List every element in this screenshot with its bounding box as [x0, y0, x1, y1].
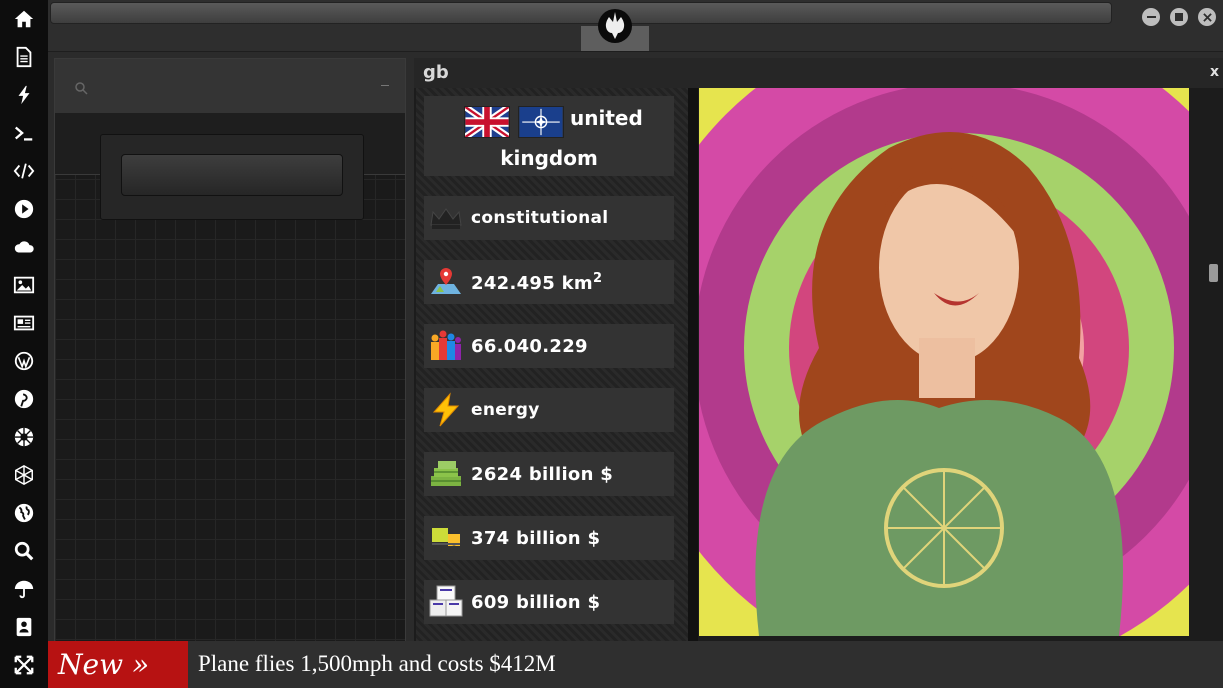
imports-text: 609 billion $: [471, 591, 601, 613]
category-card[interactable]: energy: [424, 388, 674, 432]
map-pin-icon: [431, 268, 461, 294]
gdp-text: 2624 billion $: [471, 463, 614, 485]
panel-title: gb: [423, 62, 449, 83]
document-icon[interactable]: [11, 44, 37, 70]
search-icon: [75, 82, 88, 95]
maximize-button[interactable]: [1170, 8, 1188, 26]
government-text: constitutional: [471, 208, 609, 228]
action-button[interactable]: [121, 154, 343, 196]
population-icon: [431, 330, 461, 360]
app-window: gb x united kingdom constitutional 242.4…: [0, 0, 1223, 688]
country-card[interactable]: united kingdom: [424, 96, 674, 176]
geodesic-icon[interactable]: [11, 462, 37, 488]
home-icon[interactable]: [11, 6, 37, 32]
sidebar: [0, 0, 48, 688]
galactic-empire-icon[interactable]: [11, 424, 37, 450]
search-panel: [54, 58, 406, 642]
terminal-icon[interactable]: [11, 120, 37, 146]
newspaper-icon[interactable]: [11, 310, 37, 336]
country-photo: [699, 88, 1189, 636]
globe-icon[interactable]: [11, 500, 37, 526]
search-bar[interactable]: [55, 59, 405, 113]
panel-close-button[interactable]: x: [1210, 64, 1219, 80]
area-text: 242.495 km2: [471, 271, 602, 294]
rebel-alliance-icon: [598, 9, 632, 43]
forklift-icon: [432, 528, 460, 553]
minimize-button[interactable]: [1142, 8, 1160, 26]
new-badge: New »: [48, 641, 188, 688]
collapse-button[interactable]: [381, 85, 389, 86]
wordpress-icon[interactable]: [11, 348, 37, 374]
crown-icon: [430, 208, 462, 229]
category-text: energy: [471, 400, 540, 420]
imports-card[interactable]: 609 billion $: [424, 580, 674, 624]
pinterest-icon[interactable]: [11, 386, 37, 412]
expand-icon[interactable]: [11, 652, 37, 678]
image-icon[interactable]: [11, 272, 37, 298]
top-bar: [48, 0, 1223, 52]
exports-card[interactable]: 374 billion $: [424, 516, 674, 560]
contacts-icon[interactable]: [11, 614, 37, 640]
nato-flag-icon: [518, 106, 564, 138]
news-headline-link[interactable]: Plane flies 1,500mph and costs $412M: [198, 641, 556, 687]
country-name-line1: united: [570, 106, 643, 130]
home-tab[interactable]: [581, 2, 649, 51]
cash-stack-icon: [431, 461, 461, 486]
gdp-card[interactable]: 2624 billion $: [424, 452, 674, 496]
scrollbar[interactable]: [1203, 88, 1223, 642]
boxes-icon: [429, 585, 463, 617]
uk-flag-icon: [464, 106, 510, 138]
country-name-line2: kingdom: [500, 146, 598, 170]
flags: [464, 106, 564, 138]
bolt-icon[interactable]: [11, 82, 37, 108]
news-ticker: New » Plane flies 1,500mph and costs $41…: [48, 641, 1223, 688]
search-icon[interactable]: [11, 538, 37, 564]
umbrella-icon[interactable]: [11, 576, 37, 602]
column-divider: [688, 88, 698, 642]
cloud-icon[interactable]: [11, 234, 37, 260]
action-box: [100, 134, 364, 220]
info-column: united kingdom constitutional 242.495 km…: [416, 88, 688, 642]
area-card[interactable]: 242.495 km2: [424, 260, 674, 304]
area-value: 242.495 km: [471, 272, 593, 294]
close-window-button[interactable]: [1198, 8, 1216, 26]
country-panel: gb x united kingdom constitutional 242.4…: [414, 58, 1223, 642]
panel-header: gb x: [414, 58, 1223, 88]
scrollbar-thumb[interactable]: [1209, 264, 1218, 282]
play-icon[interactable]: [11, 196, 37, 222]
lightning-icon: [432, 392, 460, 427]
government-card[interactable]: constitutional: [424, 196, 674, 240]
population-text: 66.040.229: [471, 335, 588, 357]
exports-text: 374 billion $: [471, 527, 601, 549]
code-icon[interactable]: [11, 158, 37, 184]
population-card[interactable]: 66.040.229: [424, 324, 674, 368]
area-unit-exponent: 2: [592, 270, 603, 286]
